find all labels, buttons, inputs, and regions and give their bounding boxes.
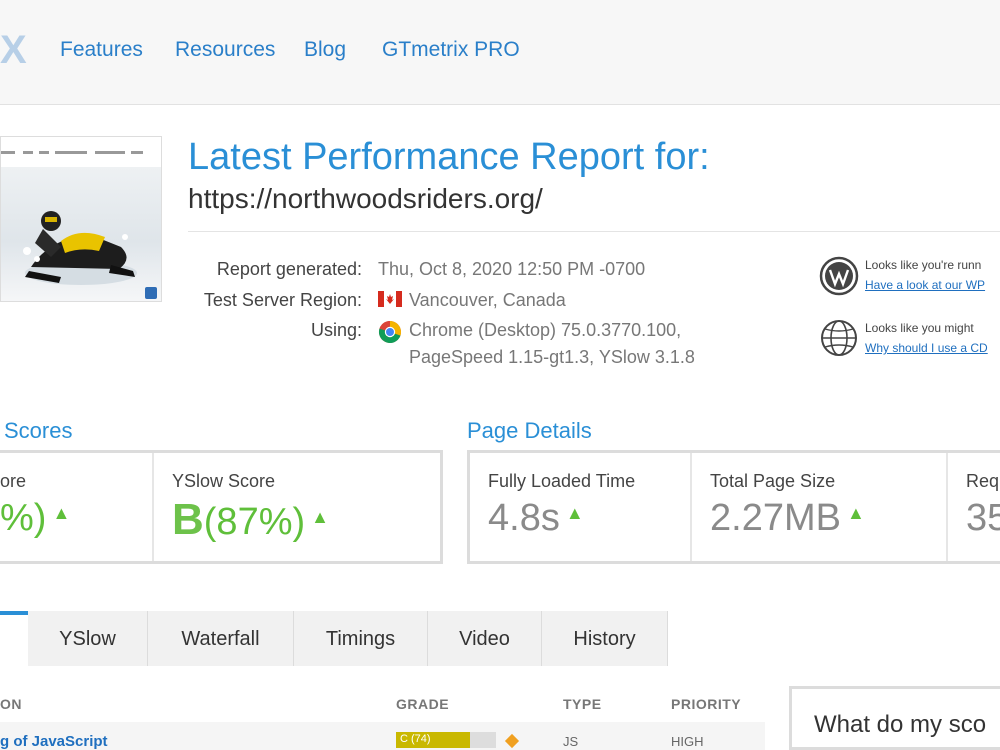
fully-loaded-label: Fully Loaded Time — [488, 471, 636, 491]
grade-bar: C (74) — [396, 732, 496, 748]
chrome-icon — [378, 320, 402, 344]
report-generated-label: Report generated: — [216, 259, 362, 279]
recommendation-priority: HIGH — [671, 734, 704, 749]
yslow-score-value: B(87%) ▲ — [172, 495, 329, 545]
globe-icon — [821, 320, 857, 356]
yslow-percent: (87%) — [203, 501, 306, 543]
canada-flag-icon — [378, 291, 402, 307]
tab-pagespeed-active[interactable] — [0, 611, 28, 666]
total-page-size-value: 2.27MB ▲ — [710, 497, 865, 539]
total-page-size-label: Total Page Size — [710, 471, 836, 491]
top-nav: X Features Resources Blog GTmetrix PRO — [0, 0, 1000, 105]
cdn-notice-text: Looks like you might — [865, 321, 974, 335]
using-label: Using: — [310, 320, 362, 340]
tab-yslow[interactable]: YSlow — [28, 611, 148, 666]
total-page-size-cell: Total Page Size 2.27MB ▲ — [692, 453, 948, 561]
test-region-value: Vancouver, Canada — [409, 290, 566, 310]
tab-video[interactable]: Video — [428, 611, 542, 666]
report-url[interactable]: https://northwoodsriders.org/ — [188, 183, 543, 215]
wordpress-notice-text: Looks like you're runn — [865, 258, 982, 272]
gtmetrix-logo[interactable]: X — [0, 28, 27, 73]
scores-panel: ore %) ▲ YSlow Score B(87%) ▲ — [0, 450, 443, 564]
requests-cell: Requ 35 — [948, 453, 1000, 561]
thumbnail-menu-strip — [1, 137, 161, 167]
tab-waterfall[interactable]: Waterfall — [148, 611, 294, 666]
test-region-label: Test Server Region: — [203, 290, 362, 310]
up-arrow-icon: ▲ — [52, 503, 71, 524]
nav-link-blog[interactable]: Blog — [304, 38, 346, 62]
header-divider — [188, 231, 1000, 232]
pagespeed-score-value: %) ▲ — [0, 497, 71, 539]
requests-label: Requ — [966, 471, 1000, 491]
nav-link-features[interactable]: Features — [60, 38, 143, 62]
yslow-grade-letter: B — [172, 495, 204, 544]
nav-link-resources[interactable]: Resources — [175, 38, 275, 62]
recommendation-type: JS — [563, 734, 579, 749]
using-value-versions: PageSpeed 1.15-gt1.3, YSlow 3.1.8 — [409, 347, 695, 367]
help-card-text: What do my sco — [814, 711, 987, 738]
yslow-score-label: YSlow Score — [172, 471, 276, 491]
wordpress-icon — [819, 256, 859, 296]
up-arrow-icon: ▲ — [311, 507, 329, 528]
up-arrow-icon: ▲ — [565, 503, 584, 524]
report-generated-value: Thu, Oct 8, 2020 12:50 PM -0700 — [378, 259, 646, 279]
requests-value: 35 — [966, 497, 1000, 539]
report-title: Latest Performance Report for: — [188, 136, 710, 178]
fully-loaded-cell: Fully Loaded Time 4.8s ▲ — [470, 453, 692, 561]
yslow-score-cell: YSlow Score B(87%) ▲ — [154, 453, 440, 561]
recommendation-name[interactable]: g of JavaScript — [0, 733, 108, 750]
fully-loaded-value: 4.8s ▲ — [488, 497, 584, 539]
pagespeed-score-label: ore — [0, 471, 27, 491]
up-arrow-icon: ▲ — [846, 503, 865, 524]
column-header-type[interactable]: TYPE — [563, 696, 602, 712]
using-value-browser: Chrome (Desktop) 75.0.3770.100, — [409, 320, 682, 340]
pagespeed-score-cell: ore %) ▲ — [0, 453, 154, 561]
help-card[interactable]: What do my sco — [789, 686, 1000, 750]
page-details-panel: Fully Loaded Time 4.8s ▲ Total Page Size … — [467, 450, 1000, 564]
tab-history[interactable]: History — [542, 611, 668, 666]
column-header-priority[interactable]: PRIORITY — [671, 696, 741, 712]
column-header-recommendation[interactable]: ON — [0, 696, 22, 712]
column-header-grade[interactable]: GRADE — [396, 696, 449, 712]
grade-bar-text: C (74) — [400, 733, 431, 745]
wordpress-notice-link[interactable]: Have a look at our WP — [865, 278, 985, 292]
tab-timings[interactable]: Timings — [294, 611, 428, 666]
thumbnail-scene — [1, 167, 161, 301]
table-row[interactable] — [0, 722, 765, 750]
scores-section-title: Scores — [4, 418, 73, 443]
page-details-section-title: Page Details — [467, 418, 592, 443]
nav-link-gtmetrix-pro[interactable]: GTmetrix PRO — [382, 38, 520, 62]
cdn-notice-link[interactable]: Why should I use a CD — [865, 341, 988, 355]
